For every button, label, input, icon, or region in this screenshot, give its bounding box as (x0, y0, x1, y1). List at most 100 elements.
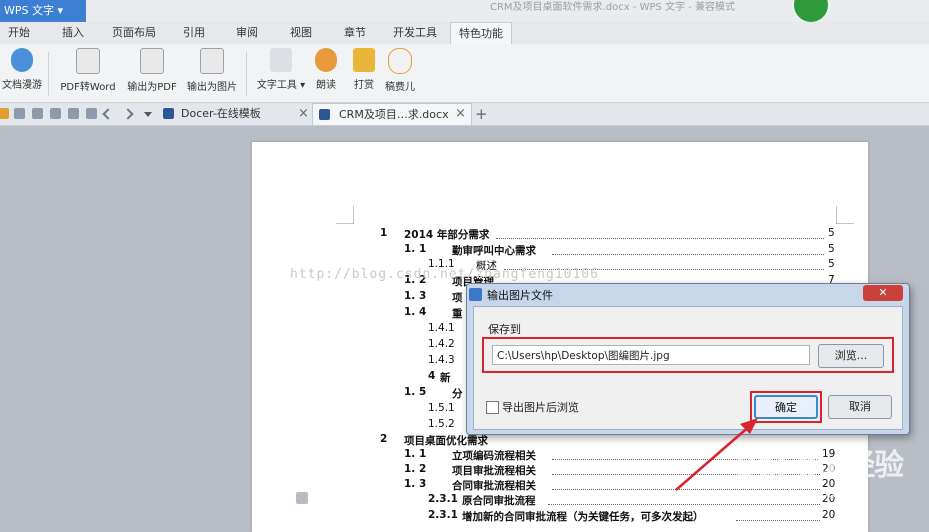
toc-title[interactable]: 重 (452, 306, 463, 321)
save-path-input[interactable]: C:\Users\hp\Desktop\图编图片.jpg (492, 345, 810, 365)
toc-number: 1.5.2 (428, 418, 455, 430)
export-pdf-icon (140, 48, 164, 74)
tab-home[interactable]: 开始 (8, 22, 30, 44)
toc-number: 1.4.2 (428, 338, 455, 350)
toc-number: 1. 2 (404, 463, 427, 475)
toc-title[interactable]: 项目桌面优化需求 (404, 433, 488, 448)
export-pdf-label: 输出为PDF (127, 82, 177, 93)
cancel-button[interactable]: 取消 (828, 395, 892, 419)
browse-after-export-label: 导出图片后浏览 (502, 401, 579, 414)
export-image-button[interactable]: 输出为图片 (183, 48, 241, 93)
pdf-to-word-icon (76, 48, 100, 74)
find-icon[interactable] (86, 108, 97, 119)
tab-developer[interactable]: 开发工具 (393, 22, 437, 44)
toc-number: 4 (428, 370, 436, 382)
toc-leader (548, 504, 820, 505)
tab-view[interactable]: 视图 (290, 22, 312, 44)
export-icon[interactable] (68, 108, 79, 119)
app-label: WPS 文字 (4, 4, 54, 17)
tab-crm-label: CRM及项目…求.docx (339, 108, 449, 121)
microphone-icon (315, 48, 337, 72)
toc-title[interactable]: 项目审批流程相关 (452, 463, 536, 478)
export-image-label: 输出为图片 (187, 82, 237, 93)
toc-page: 5 (828, 243, 835, 255)
redo-icon[interactable] (122, 108, 134, 120)
ribbon-divider (246, 52, 247, 96)
browse-button[interactable]: 浏览... (818, 344, 884, 368)
wps-app-menu-button[interactable]: WPS 文字 ▾ (0, 0, 86, 22)
customize-dropdown-icon[interactable] (144, 112, 152, 117)
toc-title[interactable]: 项 (452, 290, 463, 305)
toc-number: 1.5.1 (428, 402, 455, 414)
open-folder-icon[interactable] (0, 108, 9, 119)
roam-doc-button[interactable]: 文档漫游 (0, 48, 44, 91)
tab-chapter[interactable]: 章节 (344, 22, 366, 44)
toc-number: 1. 3 (404, 290, 427, 302)
manuscript-fee-label: 稿费儿 (385, 82, 415, 93)
tab-docer-templates[interactable]: Docer-在线模板 (181, 103, 261, 125)
save-icon[interactable] (14, 108, 25, 119)
pdf-to-word-label: PDF转Word (60, 82, 116, 93)
export-pdf-button[interactable]: 输出为PDF (124, 48, 180, 93)
save-to-label: 保存到 (488, 323, 521, 336)
document-icon (319, 109, 330, 120)
reward-icon (353, 48, 375, 72)
docer-icon (163, 108, 174, 119)
toc-title[interactable]: 新 (440, 370, 451, 385)
export-image-icon (200, 48, 224, 74)
blog-watermark: http://blog.csdn.net/zhangfeng10106 (290, 267, 599, 282)
tab-page-layout[interactable]: 页面布局 (112, 22, 156, 44)
toc-title[interactable]: 合同审批流程相关 (452, 478, 536, 493)
menu-tab-bar: 开始 插入 页面布局 引用 审阅 视图 章节 开发工具 特色功能 (0, 22, 929, 45)
tab-references[interactable]: 引用 (183, 22, 205, 44)
document-title: CRM及项目桌面软件需求.docx - WPS 文字 - 兼容模式 (490, 2, 735, 13)
close-icon[interactable]: ✕ (863, 285, 903, 301)
manuscript-fee-button[interactable]: 稿费儿 (382, 48, 418, 93)
baidu-jingyan-watermark: Bai du 经验 (735, 448, 904, 483)
pdf-to-word-button[interactable]: PDF转Word (56, 48, 120, 93)
text-tools-icon (270, 48, 292, 72)
close-tab-icon[interactable]: × (455, 103, 466, 125)
new-tab-icon[interactable]: + (475, 103, 488, 125)
tab-crm-document[interactable]: CRM及项目…求.docx (312, 103, 472, 125)
toc-number: 2.3.1 (428, 509, 458, 521)
toc-number: 1.4.3 (428, 354, 455, 366)
title-bar (0, 0, 929, 22)
toc-number: 1. 1 (404, 448, 427, 460)
crop-mark-icon (336, 206, 354, 224)
toc-number: 1. 1 (404, 243, 427, 255)
toc-number: 1. 3 (404, 478, 427, 490)
toc-number: 1.4.1 (428, 322, 455, 334)
undo-icon[interactable] (102, 108, 114, 120)
page-status-icon[interactable] (296, 492, 308, 504)
toc-title[interactable]: 增加新的合同审批流程（为关键任务，可多次发起） (462, 509, 704, 524)
read-aloud-button[interactable]: 朗读 (310, 48, 342, 91)
ribbon-divider (48, 52, 49, 96)
close-tab-icon[interactable]: × (298, 103, 309, 125)
tab-review[interactable]: 审阅 (236, 22, 258, 44)
toc-number: 2.3.1 (428, 493, 458, 505)
toc-title[interactable]: 2014 年部分需求 (404, 227, 489, 242)
cloud-icon (11, 48, 33, 72)
toc-leader (552, 254, 824, 255)
toc-title[interactable]: 立项编码流程相关 (452, 448, 536, 463)
print-icon[interactable] (50, 108, 61, 119)
reward-button[interactable]: 打赏 (348, 48, 380, 91)
document-tab-bar: Docer-在线模板 × CRM及项目…求.docx × + (0, 103, 929, 126)
crop-mark-icon (836, 206, 854, 224)
text-tools-button[interactable]: 文字工具 ▾ (252, 48, 310, 91)
toc-number: 1 (380, 227, 388, 239)
tab-special-features[interactable]: 特色功能 (450, 22, 512, 45)
roam-doc-label: 文档漫游 (2, 80, 42, 91)
toc-number: 1. 4 (404, 306, 427, 318)
dialog-app-icon (469, 288, 482, 301)
print-preview-icon[interactable] (32, 108, 43, 119)
browse-after-export-checkbox[interactable] (486, 401, 499, 414)
toc-title[interactable]: 勤审呼叫中心需求 (452, 243, 536, 258)
toc-title[interactable]: 分 (452, 386, 463, 401)
toc-title[interactable]: 原合同审批流程 (462, 493, 536, 508)
toc-page: 20 (822, 509, 836, 521)
toc-leader (736, 520, 820, 521)
text-tools-label: 文字工具 (256, 80, 297, 91)
tab-insert[interactable]: 插入 (62, 22, 84, 44)
